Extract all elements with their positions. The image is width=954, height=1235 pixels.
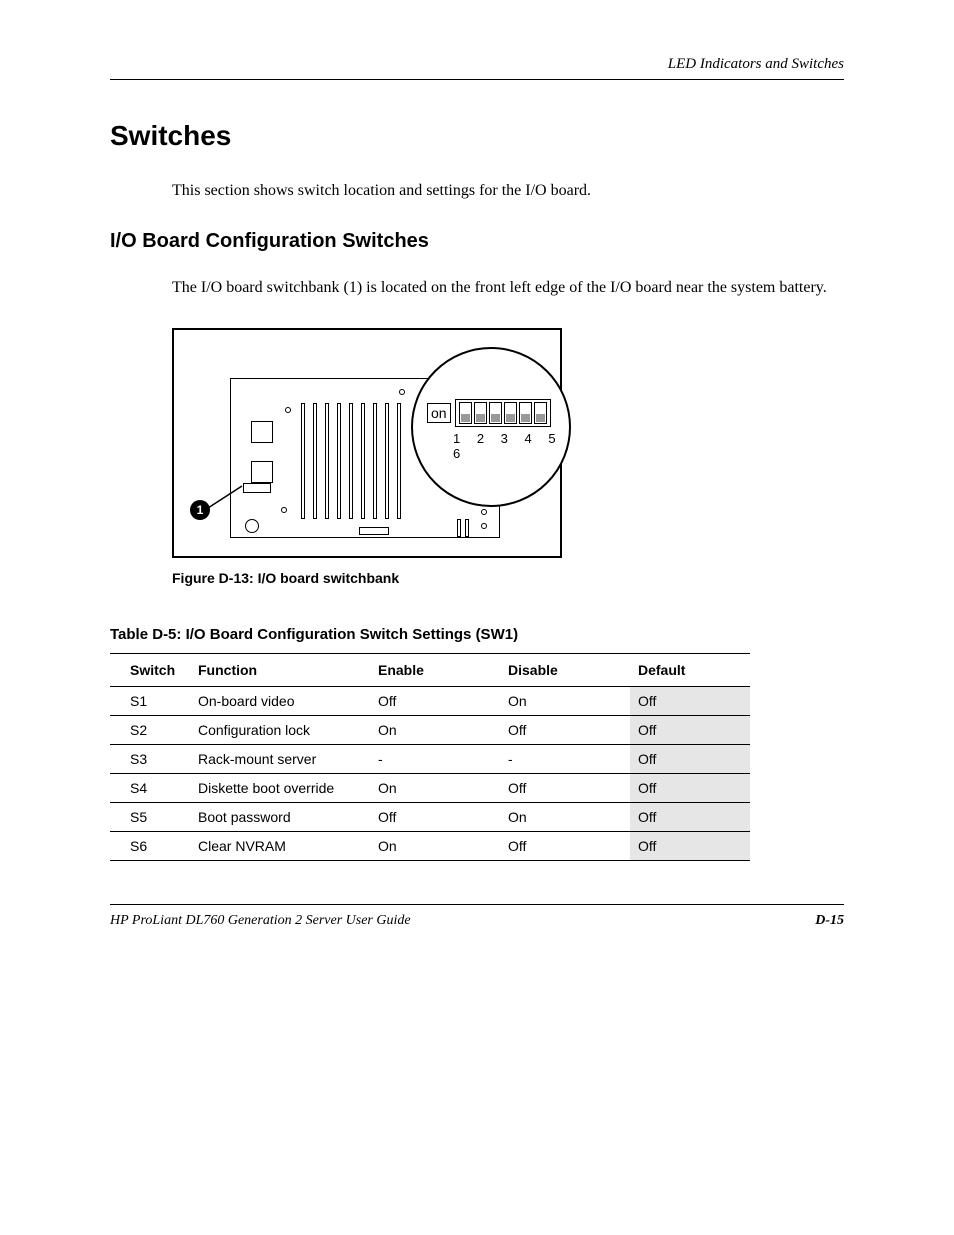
table-row: S1 On-board video Off On Off — [110, 686, 750, 715]
col-enable: Enable — [370, 653, 500, 686]
callout-badge-1: 1 — [190, 500, 210, 520]
col-default: Default — [630, 653, 750, 686]
col-switch: Switch — [110, 653, 190, 686]
table-header-row: Switch Function Enable Disable Default — [110, 653, 750, 686]
table-row: S3 Rack-mount server - - Off — [110, 744, 750, 773]
table-row: S6 Clear NVRAM On Off Off — [110, 831, 750, 860]
table-row: S5 Boot password Off On Off — [110, 802, 750, 831]
table-row: S2 Configuration lock On Off Off — [110, 715, 750, 744]
heading-io-board: I/O Board Configuration Switches — [110, 230, 844, 253]
footer-guide-title: HP ProLiant DL760 Generation 2 Server Us… — [110, 913, 411, 929]
callout-leader-line — [174, 330, 564, 560]
figure-io-board-switchbank: on 1 2 3 4 5 6 1 — [172, 328, 562, 558]
page-footer: HP ProLiant DL760 Generation 2 Server Us… — [110, 904, 844, 929]
table-caption: Table D-5: I/O Board Configuration Switc… — [110, 626, 844, 643]
heading-switches: Switches — [110, 120, 844, 152]
col-function: Function — [190, 653, 370, 686]
intro-text: This section shows switch location and s… — [172, 180, 844, 202]
chapter-header: LED Indicators and Switches — [110, 56, 844, 80]
switch-settings-table: Switch Function Enable Disable Default S… — [110, 653, 750, 861]
figure-caption: Figure D-13: I/O board switchbank — [172, 570, 844, 586]
footer-page-number: D-15 — [815, 913, 844, 929]
section-text: The I/O board switchbank (1) is located … — [172, 277, 844, 299]
col-disable: Disable — [500, 653, 630, 686]
table-row: S4 Diskette boot override On Off Off — [110, 773, 750, 802]
